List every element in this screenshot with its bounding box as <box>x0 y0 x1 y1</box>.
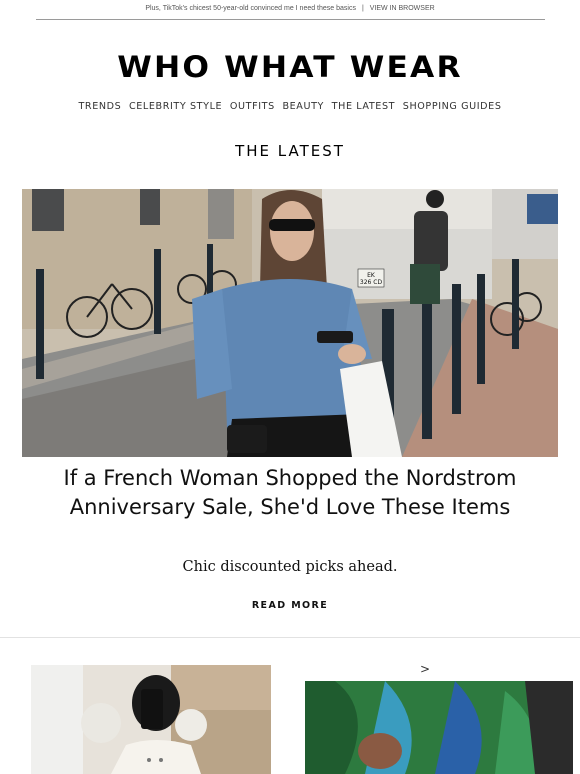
nav-item-beauty[interactable]: BEAUTY <box>282 101 324 112</box>
chevron-right-icon[interactable]: > <box>420 662 430 676</box>
license-plate: EK <box>367 272 376 279</box>
top-divider <box>36 19 545 20</box>
article-thumbnail-right[interactable] <box>305 681 573 774</box>
article-thumbnail-left[interactable] <box>31 665 271 774</box>
brand-logo[interactable]: WHO WHAT WEAR <box>0 50 580 84</box>
section-divider <box>0 637 580 638</box>
main-nav: TRENDS CELEBRITY STYLE OUTFITS BEAUTY TH… <box>0 101 580 112</box>
view-in-browser-link[interactable]: VIEW IN BROWSER <box>370 5 435 12</box>
preheader-separator: | <box>361 5 364 12</box>
nav-item-shopping-guides[interactable]: SHOPPING GUIDES <box>403 101 502 112</box>
read-more-link[interactable]: READ MORE <box>0 600 580 611</box>
nav-item-the-latest[interactable]: THE LATEST <box>332 101 395 112</box>
feature-headline[interactable]: If a French Woman Shopped the Nordstrom … <box>60 464 520 521</box>
feature-dek: Chic discounted picks ahead. <box>182 559 398 575</box>
preheader-text: Plus, TikTok's chicest 50-year-old convi… <box>145 5 356 12</box>
hero-image[interactable]: EK 326 CD <box>22 189 558 457</box>
svg-text:326 CD: 326 CD <box>360 279 383 286</box>
nav-item-celebrity-style[interactable]: CELEBRITY STYLE <box>129 101 222 112</box>
preheader: Plus, TikTok's chicest 50-year-old convi… <box>0 5 580 12</box>
nav-item-trends[interactable]: TRENDS <box>78 101 121 112</box>
nav-item-outfits[interactable]: OUTFITS <box>230 101 275 112</box>
section-title: THE LATEST <box>235 142 345 160</box>
